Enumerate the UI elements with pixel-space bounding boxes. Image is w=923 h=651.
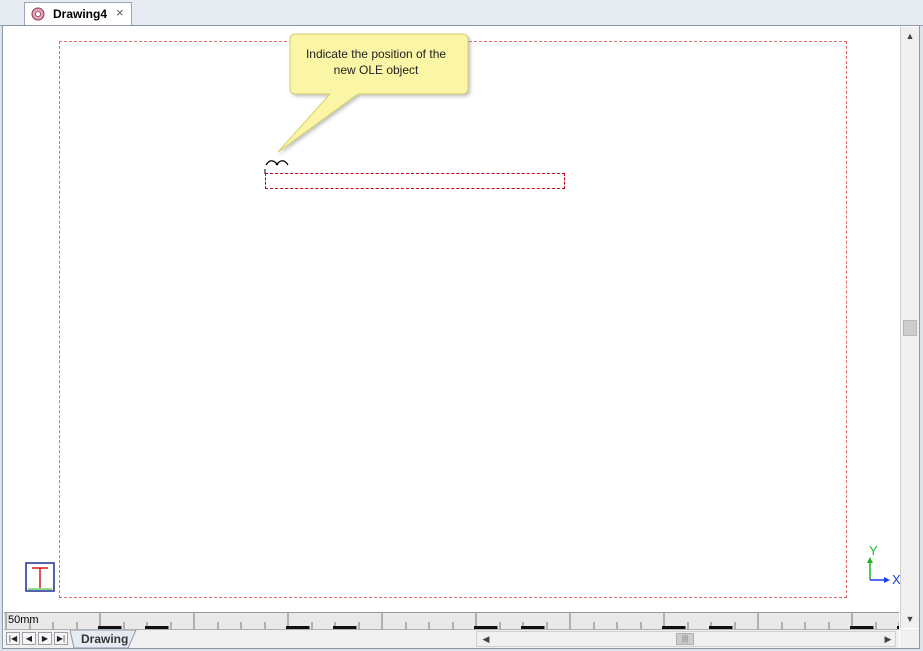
horizontal-scroll-thumb[interactable]: ||| <box>676 633 694 645</box>
horizontal-scrollbar[interactable]: ◀ ||| ▶ <box>476 631 896 647</box>
document-tab-strip: Drawing4 × <box>0 0 923 26</box>
tooltip-line-1: Indicate the position of the <box>305 47 447 61</box>
scroll-left-icon[interactable]: ◀ <box>480 633 492 645</box>
ole-placement-rectangle <box>265 173 565 189</box>
next-sheet-icon[interactable]: ▶ <box>38 632 52 645</box>
tooltip-text: Indicate the position of the new OLE obj… <box>292 46 460 78</box>
scroll-up-icon[interactable]: ▲ <box>904 30 916 42</box>
vertical-scrollbar[interactable]: ▲ ▼ <box>900 27 919 628</box>
scroll-right-icon[interactable]: ▶ <box>882 633 894 645</box>
sheet-tab-bar: |◀ ◀ ▶ ▶| Drawing ◀ ||| ▶ <box>4 629 899 649</box>
scrollbar-corner <box>900 629 919 648</box>
scroll-down-icon[interactable]: ▼ <box>904 613 916 625</box>
document-tab-label: Drawing4 <box>53 7 108 21</box>
sheet-tab-drawing[interactable]: Drawing <box>81 632 128 646</box>
tooltip-line-2: new OLE object <box>333 63 419 77</box>
close-icon[interactable]: × <box>116 6 124 20</box>
first-sheet-icon[interactable]: |◀ <box>6 632 20 645</box>
last-sheet-icon[interactable]: ▶| <box>54 632 68 645</box>
scale-ruler: 50mm <box>4 612 899 629</box>
y-axis-label: Y <box>869 543 878 558</box>
ruler-ticks <box>5 613 899 629</box>
axis-indicator-icon: Y X <box>867 543 901 585</box>
vertical-scroll-thumb[interactable] <box>903 320 917 336</box>
document-tab-drawing4[interactable]: Drawing4 × <box>24 2 132 25</box>
ucs-icon <box>25 562 55 592</box>
scale-label: 50mm <box>8 614 39 626</box>
previous-sheet-icon[interactable]: ◀ <box>22 632 36 645</box>
drawing-document-icon <box>31 7 45 21</box>
